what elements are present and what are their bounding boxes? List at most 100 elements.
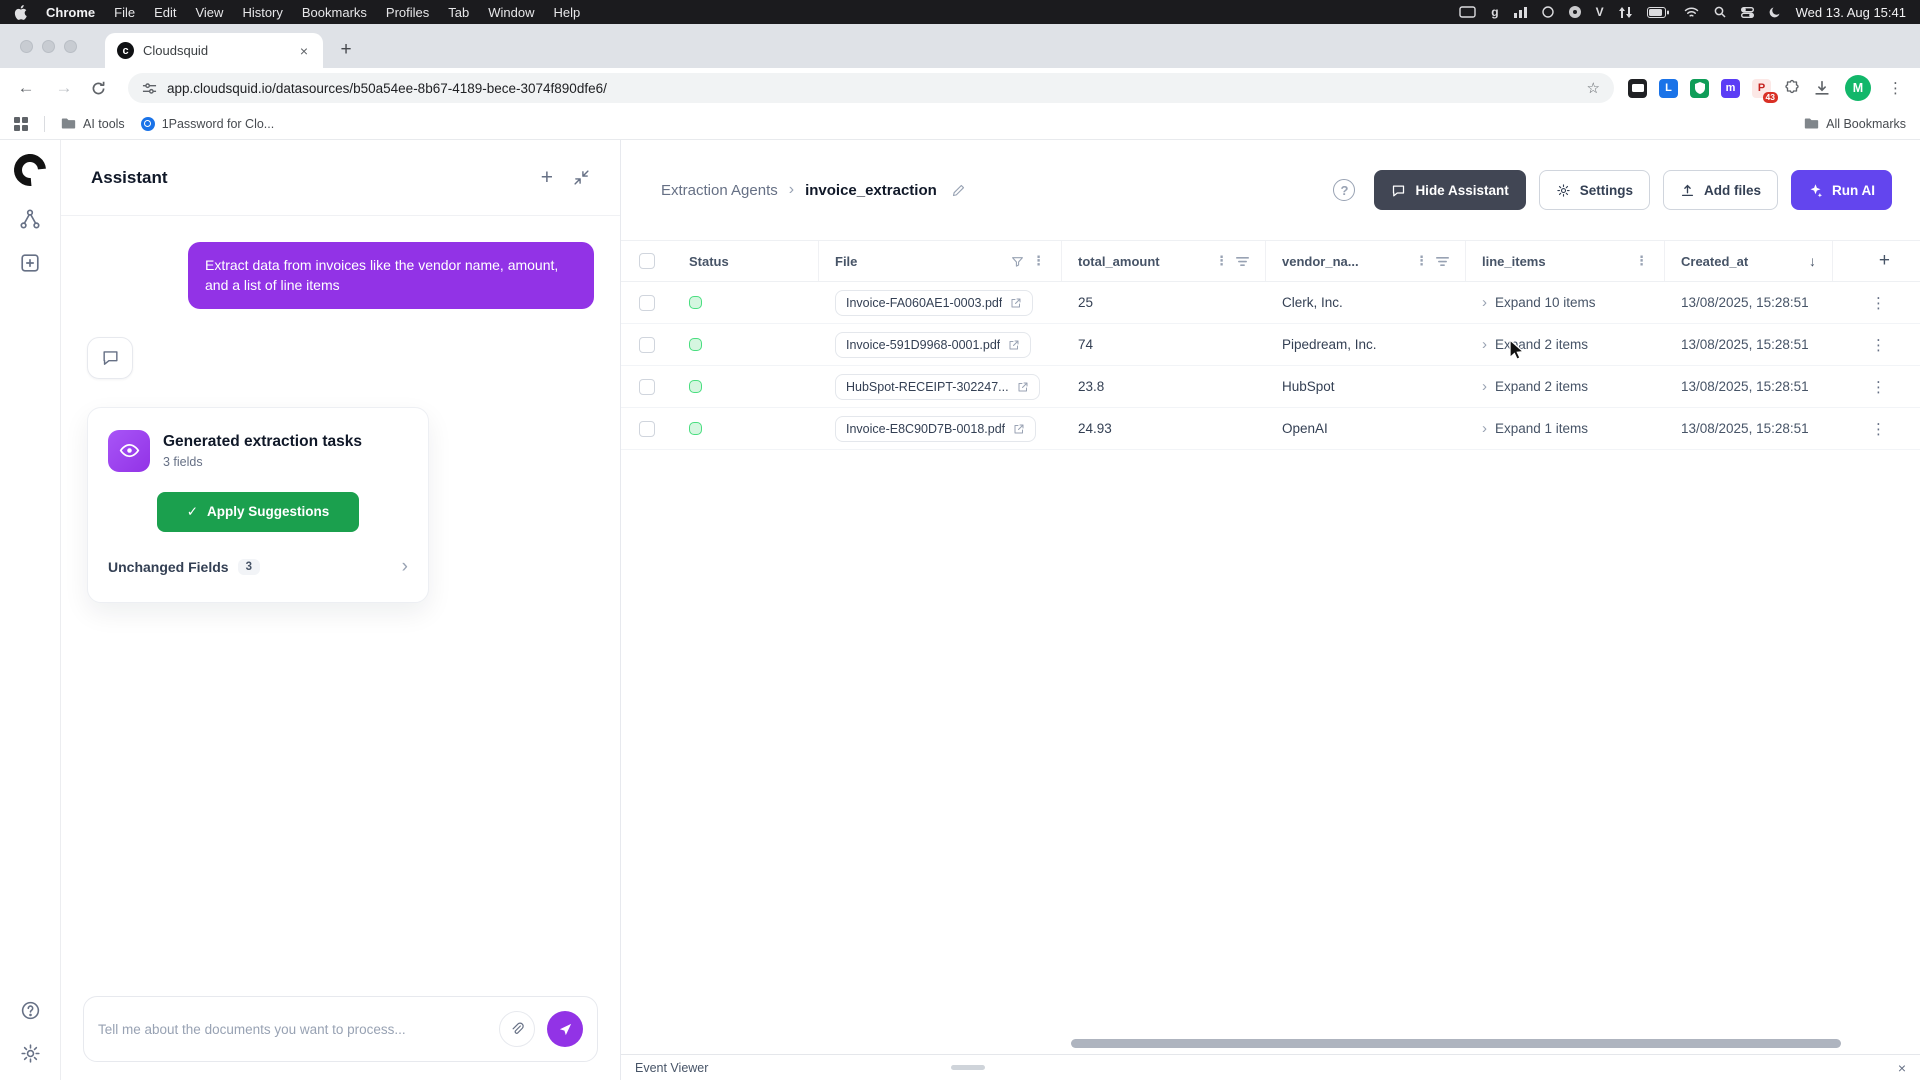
vendor-cell[interactable]: OpenAI xyxy=(1266,408,1466,449)
row-menu-icon[interactable]: ⋮ xyxy=(1867,294,1890,312)
total-amount-cell[interactable]: 25 xyxy=(1062,282,1266,323)
total-amount-cell[interactable]: 74 xyxy=(1062,324,1266,365)
event-viewer-label[interactable]: Event Viewer xyxy=(635,1061,708,1075)
settings-gear-icon[interactable] xyxy=(20,1043,41,1064)
column-menu-icon[interactable]: ⋮ xyxy=(1215,253,1228,269)
column-header-status[interactable]: Status xyxy=(667,241,819,281)
workflow-icon[interactable] xyxy=(19,208,41,230)
close-icon[interactable]: × xyxy=(1898,1060,1906,1076)
search-icon[interactable] xyxy=(1714,6,1726,18)
add-files-button[interactable]: Add files xyxy=(1662,170,1778,210)
row-menu-icon[interactable]: ⋮ xyxy=(1867,378,1890,396)
file-chip[interactable]: HubSpot-RECEIPT-302247... xyxy=(835,373,1040,400)
extension-status-icon[interactable] xyxy=(1541,6,1554,18)
apply-suggestions-button[interactable]: ✓ Apply Suggestions xyxy=(157,491,359,532)
row-checkbox[interactable] xyxy=(639,420,655,437)
reload-icon[interactable] xyxy=(90,80,114,97)
cloudsquid-logo[interactable] xyxy=(7,147,53,193)
browser-tab[interactable]: c Cloudsquid × xyxy=(105,33,323,68)
arrows-status-icon[interactable] xyxy=(1618,6,1632,18)
extension-m-icon[interactable]: m xyxy=(1721,78,1740,98)
row-checkbox[interactable] xyxy=(639,378,655,395)
menubar-item[interactable]: Bookmarks xyxy=(302,5,367,20)
menubar-app-name[interactable]: Chrome xyxy=(46,5,95,20)
run-ai-button[interactable]: Run AI xyxy=(1791,170,1892,210)
select-all-checkbox[interactable] xyxy=(639,253,655,269)
sort-desc-icon[interactable]: ↓ xyxy=(1809,253,1816,269)
new-chat-icon[interactable]: + xyxy=(541,166,553,190)
page-help-icon[interactable]: ? xyxy=(1333,179,1356,201)
add-datasource-icon[interactable] xyxy=(19,252,41,274)
v-status-icon[interactable]: V xyxy=(1596,5,1604,19)
menubar-item[interactable]: History xyxy=(242,5,282,20)
scrollbar-thumb[interactable] xyxy=(1071,1039,1841,1048)
row-checkbox[interactable] xyxy=(639,294,655,311)
assistant-avatar-chip[interactable] xyxy=(87,336,133,379)
menubar-item[interactable]: View xyxy=(195,5,223,20)
back-icon[interactable]: ← xyxy=(14,78,38,98)
bookmark-star-icon[interactable]: ☆ xyxy=(1587,79,1600,97)
resize-handle[interactable] xyxy=(951,1065,985,1070)
total-amount-cell[interactable]: 24.93 xyxy=(1062,408,1266,449)
minimize-window-button[interactable] xyxy=(42,39,55,53)
filter-lines-icon[interactable] xyxy=(1436,256,1449,267)
bookmark-folder-ai-tools[interactable]: AI tools xyxy=(61,117,125,131)
battery-icon[interactable] xyxy=(1646,6,1669,18)
total-amount-cell[interactable]: 23.8 xyxy=(1062,366,1266,407)
chrome-menu-icon[interactable]: ⋮ xyxy=(1885,79,1906,97)
all-bookmarks[interactable]: All Bookmarks xyxy=(1804,117,1906,131)
control-center-icon[interactable] xyxy=(1740,6,1754,18)
wifi-icon[interactable] xyxy=(1684,6,1699,18)
apple-logo-icon[interactable] xyxy=(14,4,27,20)
onepassword-status-icon[interactable] xyxy=(1568,6,1581,18)
help-icon[interactable] xyxy=(20,1000,41,1021)
menubar-item[interactable]: File xyxy=(114,5,135,20)
menubar-item[interactable]: Edit xyxy=(154,5,176,20)
edit-name-icon[interactable] xyxy=(951,183,966,198)
row-menu-icon[interactable]: ⋮ xyxy=(1867,420,1890,438)
file-chip[interactable]: Invoice-E8C90D7B-0018.pdf xyxy=(835,415,1037,442)
grammarly-icon[interactable]: g xyxy=(1491,5,1498,19)
profile-avatar[interactable]: M xyxy=(1845,75,1871,101)
send-button[interactable] xyxy=(547,1011,583,1047)
extension-docs-icon[interactable]: L xyxy=(1659,78,1678,98)
attach-file-button[interactable] xyxy=(499,1011,535,1047)
column-header-line-items[interactable]: line_items ⋮ xyxy=(1466,241,1665,281)
extension-pdf-icon[interactable]: P 43 xyxy=(1752,78,1778,103)
assistant-message-input[interactable] xyxy=(98,1021,487,1037)
stats-icon[interactable] xyxy=(1513,6,1527,18)
breadcrumb-parent[interactable]: Extraction Agents xyxy=(661,182,778,199)
vendor-cell[interactable]: HubSpot xyxy=(1266,366,1466,407)
url-omnibox[interactable]: app.cloudsquid.io/datasources/b50a54ee-8… xyxy=(128,73,1614,103)
line-items-cell[interactable]: › Expand 10 items xyxy=(1466,282,1665,323)
extensions-puzzle-icon[interactable] xyxy=(1783,79,1801,97)
column-header-vendor[interactable]: vendor_na... ⋮ xyxy=(1266,241,1466,281)
menubar-item[interactable]: Tab xyxy=(448,5,469,20)
settings-button[interactable]: Settings xyxy=(1538,170,1650,210)
moon-icon[interactable] xyxy=(1769,6,1781,18)
menubar-item[interactable]: Profiles xyxy=(386,5,429,20)
column-header-created-at[interactable]: Created_at ↓ xyxy=(1665,241,1833,281)
download-icon[interactable] xyxy=(1813,79,1831,97)
new-tab-button[interactable]: + xyxy=(331,35,361,65)
line-items-cell[interactable]: › Expand 2 items xyxy=(1466,324,1665,365)
apps-grid-icon[interactable] xyxy=(14,116,28,131)
column-menu-icon[interactable]: ⋮ xyxy=(1635,253,1648,269)
add-column-button[interactable]: + xyxy=(1879,250,1890,272)
bookmark-1password[interactable]: 1Password for Clo... xyxy=(140,116,274,131)
extension-keyboard-icon[interactable] xyxy=(1628,78,1647,98)
file-chip[interactable]: Invoice-FA060AE1-0003.pdf xyxy=(835,289,1034,316)
collapse-icon[interactable] xyxy=(573,169,590,186)
menubar-item[interactable]: Window xyxy=(488,5,534,20)
forward-icon[interactable]: → xyxy=(52,78,76,98)
unchanged-fields-row[interactable]: Unchanged Fields 3 › xyxy=(108,556,408,578)
line-items-cell[interactable]: › Expand 2 items xyxy=(1466,366,1665,407)
row-checkbox[interactable] xyxy=(639,336,655,353)
screen-mirroring-icon[interactable] xyxy=(1459,6,1476,18)
tab-close-icon[interactable]: × xyxy=(295,42,313,60)
site-info-icon[interactable] xyxy=(142,81,157,96)
hide-assistant-button[interactable]: Hide Assistant xyxy=(1374,170,1526,210)
menubar-item[interactable]: Help xyxy=(554,5,581,20)
zoom-window-button[interactable] xyxy=(64,39,77,53)
filter-lines-icon[interactable] xyxy=(1236,256,1249,267)
